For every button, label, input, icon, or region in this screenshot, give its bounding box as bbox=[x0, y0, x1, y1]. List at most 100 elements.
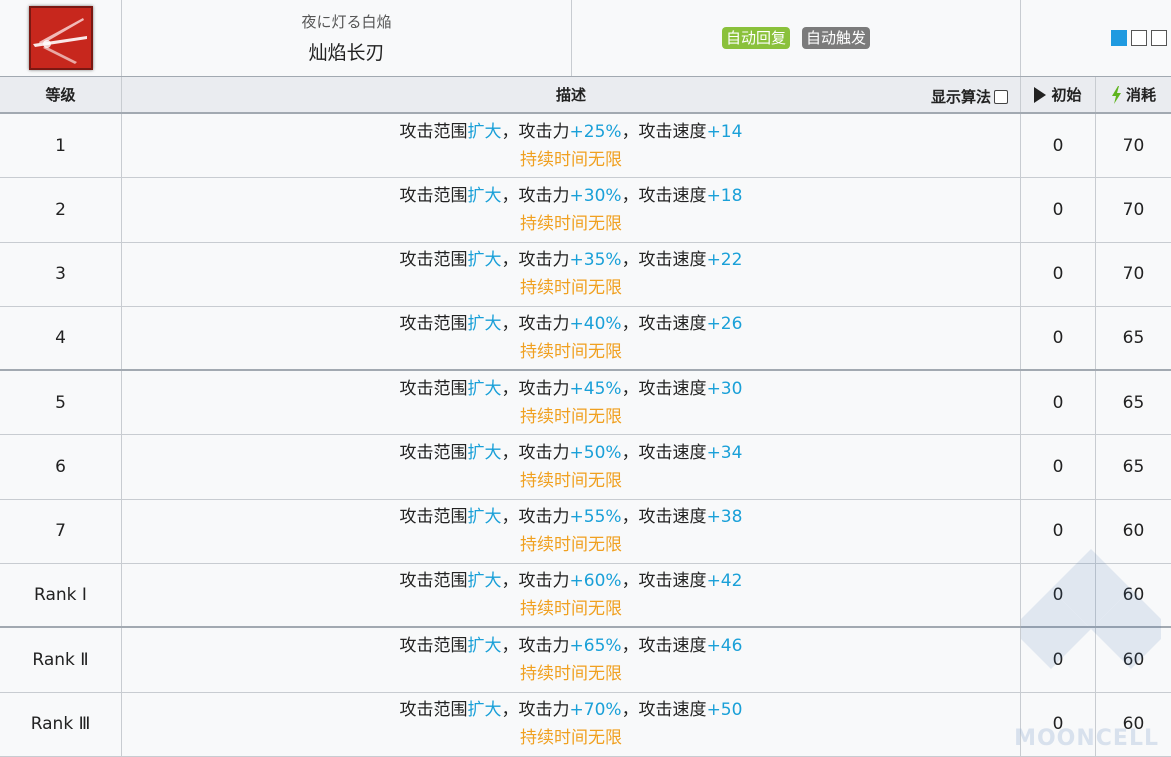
cost-value: 60 bbox=[1122, 585, 1145, 606]
level-cell: Rank Ⅰ bbox=[0, 564, 122, 627]
initial-cell: 0 bbox=[1021, 114, 1096, 178]
initial-value: 0 bbox=[1052, 714, 1064, 735]
header-cost-label: 消耗 bbox=[1125, 86, 1156, 104]
table-row: 2 攻击范围扩大，攻击力+30%，攻击速度+18 持续时间无限 0 70 bbox=[0, 178, 1171, 243]
effect-highlight: 扩大 bbox=[467, 314, 502, 335]
aspd-value: +50 bbox=[706, 700, 743, 721]
aspd-value: +26 bbox=[706, 314, 743, 335]
duration-line: 持续时间无限 bbox=[520, 664, 622, 685]
table-body: 1 攻击范围扩大，攻击力+25%，攻击速度+14 持续时间无限 0 70 2 攻… bbox=[0, 114, 1171, 757]
formula-toggle-label: 显示算法 bbox=[930, 88, 991, 106]
effect-line: 攻击范围扩大，攻击力+25%，攻击速度+14 bbox=[400, 118, 743, 146]
skill-icon-cell bbox=[0, 0, 122, 76]
atk-value: +30% bbox=[569, 185, 622, 206]
initial-cell: 0 bbox=[1021, 371, 1096, 435]
effect-highlight: 扩大 bbox=[467, 571, 502, 592]
level-value: Rank Ⅲ bbox=[30, 714, 91, 735]
description-cell: 攻击范围扩大，攻击力+40%，攻击速度+26 持续时间无限 bbox=[122, 306, 1021, 370]
column-header-row: 等级 描述 显示算法 初始 消耗 bbox=[0, 77, 1171, 114]
atk-value: +40% bbox=[569, 314, 622, 335]
cost-cell: 60 bbox=[1096, 628, 1171, 691]
effect-text: ，攻击力 bbox=[501, 378, 570, 399]
cost-value: 70 bbox=[1122, 199, 1145, 220]
effect-text: 攻击范围 bbox=[399, 443, 468, 464]
effect-highlight: 扩大 bbox=[467, 443, 502, 464]
skill-name-cell: 夜に灯る白焔 灿焰长刃 bbox=[122, 0, 572, 76]
effect-highlight: 扩大 bbox=[467, 378, 502, 399]
effect-text: ，攻击速度 bbox=[621, 700, 707, 721]
level-cell: 6 bbox=[0, 435, 122, 499]
description-cell: 攻击范围扩大，攻击力+45%，攻击速度+30 持续时间无限 bbox=[122, 371, 1021, 435]
effect-text: ，攻击力 bbox=[501, 443, 570, 464]
description-cell: 攻击范围扩大，攻击力+25%，攻击速度+14 持续时间无限 bbox=[122, 114, 1021, 178]
aspd-value: +34 bbox=[706, 443, 743, 464]
level-value: 2 bbox=[55, 199, 66, 220]
atk-value: +35% bbox=[569, 250, 622, 271]
table-row: 7 攻击范围扩大，攻击力+55%，攻击速度+38 持续时间无限 0 60 bbox=[0, 499, 1171, 565]
effect-text: ，攻击力 bbox=[501, 250, 570, 271]
effect-text: ，攻击速度 bbox=[621, 185, 707, 206]
effect-highlight: 扩大 bbox=[467, 185, 502, 206]
cost-cell: 70 bbox=[1096, 243, 1171, 306]
level-cell: Rank Ⅱ bbox=[0, 628, 122, 692]
cost-cell: 60 bbox=[1096, 564, 1171, 626]
initial-value: 0 bbox=[1052, 135, 1064, 156]
cost-cell: 60 bbox=[1096, 693, 1171, 756]
duration-line: 持续时间无限 bbox=[520, 599, 622, 620]
duration-line: 持续时间无限 bbox=[520, 406, 622, 427]
cost-cell: 65 bbox=[1096, 371, 1171, 434]
table-row: Rank Ⅲ 攻击范围扩大，攻击力+70%，攻击速度+50 持续时间无限 0 6… bbox=[0, 692, 1171, 757]
cost-value: 60 bbox=[1122, 650, 1145, 671]
aspd-value: +22 bbox=[706, 250, 743, 271]
effect-text: ，攻击速度 bbox=[621, 636, 707, 657]
initial-cell: 0 bbox=[1021, 692, 1096, 756]
effect-text: ，攻击速度 bbox=[621, 571, 707, 592]
effect-text: 攻击范围 bbox=[399, 185, 468, 206]
table-row: 4 攻击范围扩大，攻击力+40%，攻击速度+26 持续时间无限 0 65 bbox=[0, 306, 1171, 372]
description-cell: 攻击范围扩大，攻击力+70%，攻击速度+50 持续时间无限 bbox=[122, 692, 1021, 756]
view-toggle-icon[interactable] bbox=[1131, 30, 1147, 46]
effect-text: ，攻击力 bbox=[501, 314, 570, 335]
level-value: Rank Ⅱ bbox=[32, 650, 89, 671]
cost-value: 70 bbox=[1122, 264, 1145, 285]
effect-line: 攻击范围扩大，攻击力+35%，攻击速度+22 bbox=[400, 246, 743, 274]
cost-value: 65 bbox=[1122, 457, 1145, 478]
effect-line: 攻击范围扩大，攻击力+55%，攻击速度+38 bbox=[400, 503, 743, 531]
skill-tags-cell: 自动回复 自动触发 bbox=[572, 0, 1021, 76]
description-cell: 攻击范围扩大，攻击力+65%，攻击速度+46 持续时间无限 bbox=[122, 628, 1021, 692]
level-value: 7 bbox=[55, 521, 66, 542]
initial-cell: 0 bbox=[1021, 564, 1096, 627]
effect-text: 攻击范围 bbox=[399, 250, 468, 271]
view-toggle-icon[interactable] bbox=[1111, 30, 1127, 46]
initial-value: 0 bbox=[1052, 521, 1064, 542]
level-cell: 5 bbox=[0, 371, 122, 435]
view-toggle-cell bbox=[1021, 0, 1171, 76]
atk-value: +70% bbox=[569, 700, 622, 721]
effect-highlight: 扩大 bbox=[467, 507, 502, 528]
view-toggle-icon[interactable] bbox=[1151, 30, 1167, 46]
skill-header-row: 夜に灯る白焔 灿焰长刃 自动回复 自动触发 bbox=[0, 0, 1171, 77]
level-cell: 7 bbox=[0, 499, 122, 564]
duration-line: 持续时间无限 bbox=[520, 278, 622, 299]
formula-checkbox[interactable] bbox=[994, 89, 1008, 104]
effect-line: 攻击范围扩大，攻击力+60%，攻击速度+42 bbox=[400, 567, 743, 595]
initial-cell: 0 bbox=[1021, 435, 1096, 499]
aspd-value: +38 bbox=[706, 507, 743, 528]
cost-cell: 70 bbox=[1096, 178, 1171, 241]
effect-text: ，攻击力 bbox=[501, 700, 570, 721]
cost-cell: 70 bbox=[1096, 114, 1171, 177]
effect-text: ，攻击速度 bbox=[621, 121, 707, 142]
initial-value: 0 bbox=[1052, 264, 1064, 285]
effect-highlight: 扩大 bbox=[467, 250, 502, 271]
level-value: 1 bbox=[55, 135, 66, 156]
effect-text: 攻击范围 bbox=[399, 507, 468, 528]
effect-text: ，攻击速度 bbox=[621, 507, 707, 528]
initial-cell: 0 bbox=[1021, 306, 1096, 370]
skill-table: 夜に灯る白焔 灿焰长刃 自动回复 自动触发 等级 描述 显示算法 初始 消耗 1… bbox=[0, 0, 1171, 757]
effect-line: 攻击范围扩大，攻击力+50%，攻击速度+34 bbox=[400, 439, 743, 467]
table-row: 5 攻击范围扩大，攻击力+45%，攻击速度+30 持续时间无限 0 65 bbox=[0, 371, 1171, 436]
formula-toggle[interactable]: 显示算法 bbox=[931, 86, 1008, 107]
skill-icon bbox=[28, 6, 93, 70]
effect-text: ，攻击力 bbox=[501, 636, 570, 657]
effect-text: ，攻击力 bbox=[501, 121, 570, 142]
